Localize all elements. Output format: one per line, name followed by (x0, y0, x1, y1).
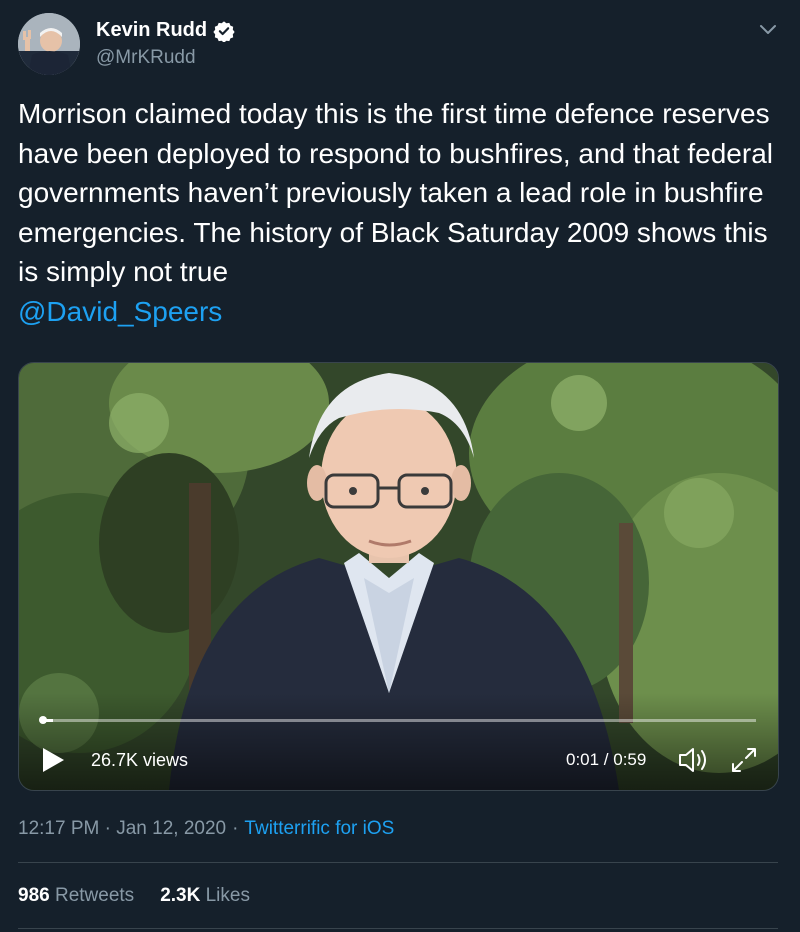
chevron-down-icon[interactable] (756, 20, 780, 40)
verified-badge-icon (213, 20, 235, 43)
fullscreen-icon[interactable] (729, 745, 759, 775)
divider (18, 928, 778, 929)
tweet-text: Morrison claimed today this is the first… (18, 94, 788, 331)
likes-label: Likes (205, 885, 250, 906)
meta-separator: · (232, 818, 239, 839)
video-scrubber-handle[interactable] (39, 716, 47, 724)
play-icon[interactable] (41, 747, 65, 773)
view-count: 26.7K views (91, 750, 189, 770)
volume-icon[interactable] (677, 745, 711, 775)
video-progress-bar[interactable] (41, 719, 756, 722)
display-name[interactable]: Kevin Rudd (96, 19, 207, 42)
avatar-image (18, 13, 80, 75)
video-player[interactable]: 26.7K views 0:01 / 0:59 (18, 362, 779, 791)
tweet-body: Morrison claimed today this is the first… (18, 98, 781, 287)
tweet-source-link[interactable]: Twitterrific for iOS (244, 818, 394, 840)
retweets-label: Retweets (54, 885, 135, 906)
mention-link[interactable]: @David_Speers (18, 296, 222, 327)
tweet-metadata: 12:17 PM · Jan 12, 2020 · Twitterrific f… (18, 818, 394, 840)
likes-count: 2.3K (160, 885, 201, 906)
avatar[interactable] (18, 13, 80, 75)
video-frame (19, 363, 778, 790)
tweet-header: Kevin Rudd @MrKRudd (0, 0, 800, 90)
divider (18, 862, 778, 863)
name-row[interactable]: Kevin Rudd (96, 19, 235, 43)
tweet-timestamp[interactable]: 12:17 PM · Jan 12, 2020 (18, 818, 226, 840)
retweets-stat[interactable]: 986 Retweets (18, 885, 134, 907)
video-time: 0:01 / 0:59 (566, 750, 647, 769)
user-handle[interactable]: @MrKRudd (96, 47, 196, 69)
tweet-stats: 986 Retweets 2.3K Likes (18, 885, 250, 907)
retweets-count: 986 (18, 885, 50, 906)
likes-stat[interactable]: 2.3K Likes (160, 885, 250, 907)
